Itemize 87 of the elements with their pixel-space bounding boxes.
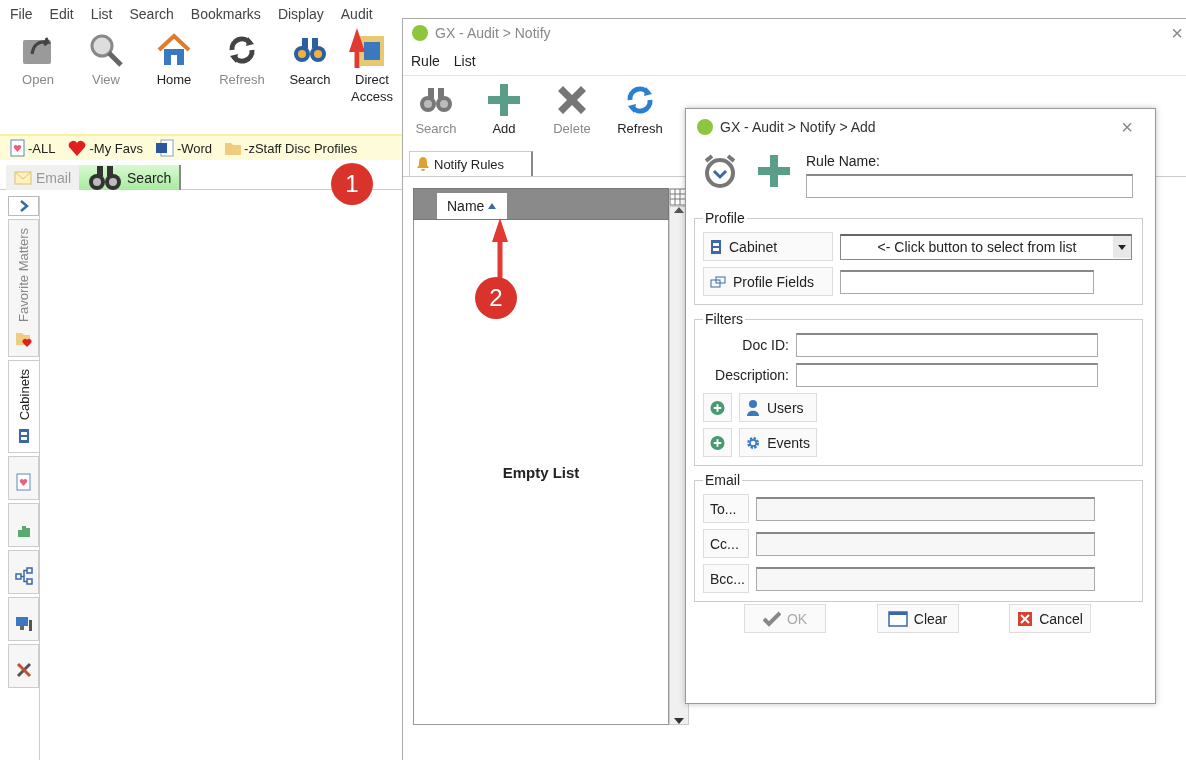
window-icon <box>887 610 908 627</box>
group-title: Filters <box>704 311 745 327</box>
expand-button[interactable] <box>8 196 39 216</box>
hierarchy-icon <box>14 567 33 586</box>
field-label: Doc ID: <box>741 337 789 353</box>
cancel-icon <box>1017 610 1034 627</box>
menu-item[interactable]: Display <box>277 6 324 22</box>
empty-message: Empty List <box>502 463 580 481</box>
side-tab[interactable] <box>8 644 39 689</box>
computer-icon <box>14 616 33 633</box>
menu-item[interactable]: Bookmarks <box>190 6 261 22</box>
annotation-arrow <box>349 28 365 68</box>
profile-fields-field[interactable] <box>840 269 1094 294</box>
user-icon <box>746 398 760 417</box>
favorite-link[interactable]: -ALL <box>28 140 56 156</box>
group-title: Email <box>704 472 741 488</box>
group-title: Profile <box>704 210 746 226</box>
up-arrow-icon <box>674 207 684 213</box>
sort-icon <box>488 203 497 209</box>
check-icon <box>762 610 781 627</box>
toolbar-button[interactable]: Search <box>289 71 331 88</box>
recipient-button[interactable]: Bcc... <box>703 564 749 593</box>
field-label: Rule Name: <box>806 153 881 169</box>
recipient-button[interactable]: To... <box>703 494 749 523</box>
step-badge: 1 <box>331 163 373 205</box>
home-icon <box>156 32 192 68</box>
app-logo-icon <box>411 24 429 42</box>
tab[interactable]: Notify Rules <box>409 151 533 176</box>
word-document-icon <box>154 139 175 157</box>
menu-item[interactable]: List <box>453 53 476 69</box>
envelope-icon <box>14 170 32 185</box>
folder-icon <box>224 140 243 156</box>
windows-icon <box>710 275 726 288</box>
plus-circle-icon <box>710 399 725 416</box>
side-tab[interactable] <box>8 550 39 595</box>
window-title: GX - Audit > Notify <box>435 25 552 41</box>
tools-icon <box>14 661 33 680</box>
side-tab[interactable] <box>8 597 39 642</box>
plus-icon <box>486 82 522 118</box>
email-field[interactable] <box>756 496 1095 521</box>
field-label: Description: <box>714 367 789 383</box>
recipient-button[interactable]: Cc... <box>703 529 749 558</box>
column-header[interactable]: Name <box>437 193 507 219</box>
cabinet-dropdown[interactable]: <- Click button to select from list <box>840 233 1132 260</box>
toolbar-button[interactable]: Direct Access <box>350 71 394 105</box>
dialog-title: GX - Audit > Notify > Add <box>720 119 877 135</box>
heart-icon <box>67 139 88 157</box>
bell-icon <box>416 156 430 172</box>
filter-field[interactable] <box>796 333 1098 357</box>
dialog-button[interactable]: Clear <box>876 604 959 633</box>
cabinet-icon <box>710 238 722 255</box>
profile-fields-button[interactable]: Profile Fields <box>703 267 833 296</box>
rule-name-field[interactable] <box>806 174 1133 198</box>
close-button[interactable]: × <box>1171 21 1186 45</box>
caret-icon <box>1118 244 1126 250</box>
menu-item[interactable]: List <box>90 6 113 22</box>
annotation-arrow <box>492 218 508 278</box>
list-button[interactable]: Users <box>739 393 817 422</box>
email-field[interactable] <box>756 566 1095 591</box>
app-logo-icon <box>696 118 714 136</box>
close-button[interactable]: × <box>1121 115 1143 139</box>
chevron-icon <box>18 200 29 212</box>
cabinet-button[interactable]: Cabinet <box>703 232 833 261</box>
filter-field[interactable] <box>796 363 1098 387</box>
add-button[interactable] <box>703 428 732 457</box>
menu-item[interactable]: Search <box>129 6 174 22</box>
email-field[interactable] <box>756 531 1095 556</box>
menu-item[interactable]: File <box>10 6 33 22</box>
favorite-link[interactable]: -Word <box>176 140 213 156</box>
favorite-link[interactable]: -zStaff Disc Profiles <box>244 140 358 156</box>
toolbar-button[interactable]: Add <box>492 120 516 137</box>
plus-circle-icon <box>710 434 725 451</box>
menu-item[interactable]: Rule <box>411 53 440 69</box>
add-button[interactable] <box>703 393 732 422</box>
down-arrow-icon <box>674 718 684 724</box>
toolbar-button[interactable]: Home <box>156 71 192 88</box>
list-button[interactable]: Events <box>739 428 817 457</box>
favorite-link[interactable]: -My Favs <box>89 140 143 156</box>
dialog-button[interactable]: Cancel <box>1009 604 1091 633</box>
side-tab[interactable]: Cabinets <box>8 359 39 454</box>
menu-item[interactable]: Audit <box>340 6 373 22</box>
menu-item[interactable]: Edit <box>49 6 74 22</box>
toolbar-button[interactable]: Refresh <box>617 120 663 137</box>
plus-icon <box>756 153 792 189</box>
magnifier-icon <box>88 32 124 68</box>
cabinet-icon <box>18 428 30 445</box>
tab[interactable]: Search <box>79 165 182 190</box>
